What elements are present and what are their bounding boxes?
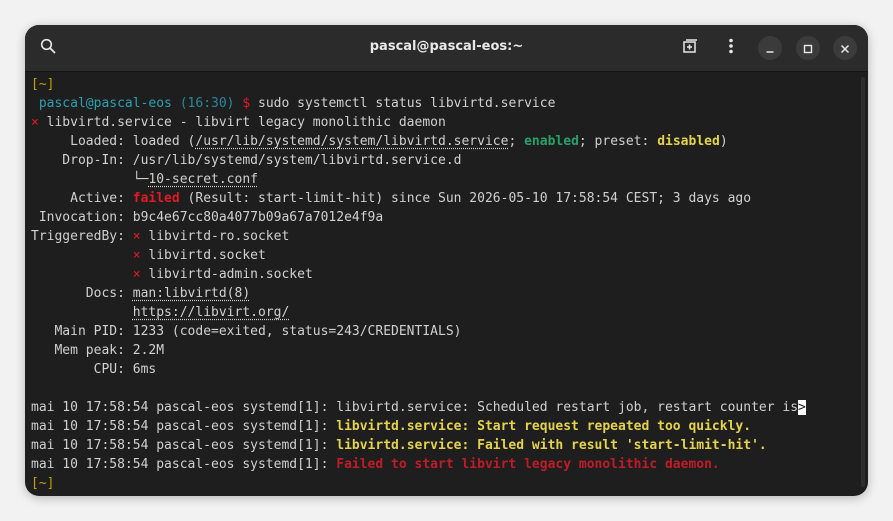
log-prefix: mai 10 17:58:54 pascal-eos systemd[1]: xyxy=(31,400,329,415)
enabled-status: enabled xyxy=(524,134,579,149)
maximize-button[interactable] xyxy=(796,36,820,60)
log-message: libvirtd.service: Failed with result 'st… xyxy=(336,438,767,453)
dropin-file-line: └─10-secret.conf xyxy=(31,170,258,189)
mempeak-value: 2.2M xyxy=(132,343,165,358)
loaded-line: Loaded: loaded (/usr/lib/systemd/system/… xyxy=(31,132,728,151)
service-header-line: × libvirtd.service - libvirt legacy mono… xyxy=(31,113,446,132)
failed-mark: × xyxy=(31,115,39,130)
active-line: Active: failed (Result: start-limit-hit)… xyxy=(31,189,751,208)
mempeak-label: Mem peak: xyxy=(31,343,125,358)
terminal-window: pascal@pascal-eos:~ [~] pascal@pascal-eo… xyxy=(25,25,868,496)
mainpid-label: Main PID: xyxy=(31,324,125,339)
docs-link[interactable]: https://libvirt.org/ xyxy=(133,305,290,320)
cpu-label: CPU: xyxy=(31,362,125,377)
minimize-icon xyxy=(765,39,775,58)
loaded-label: Loaded: xyxy=(31,134,125,149)
maximize-icon xyxy=(803,39,813,58)
search-button[interactable] xyxy=(33,33,63,63)
kebab-menu-icon xyxy=(723,38,739,58)
log-prefix: mai 10 17:58:54 pascal-eos systemd[1]: xyxy=(31,457,329,472)
log-line: mai 10 17:58:54 pascal-eos systemd[1]: l… xyxy=(31,398,806,417)
cpu-value: 6ms xyxy=(132,362,157,377)
prompt-dir-line: [~] xyxy=(31,75,54,94)
dropin-line: Drop-In: /usr/lib/systemd/system/libvirt… xyxy=(31,151,461,170)
trigger-item: libvirtd-ro.socket xyxy=(148,229,290,244)
loaded-post: ) xyxy=(719,134,728,149)
terminal-output[interactable]: [~] pascal@pascal-eos (16:30) $ sudo sys… xyxy=(31,75,851,495)
mainpid-line: Main PID: 1233 (code=exited, status=243/… xyxy=(31,322,461,341)
active-detail: (Result: start-limit-hit) since Sun 2026… xyxy=(187,191,752,206)
log-line: mai 10 17:58:54 pascal-eos systemd[1]: F… xyxy=(31,455,720,474)
log-message: Failed to start libvirt legacy monolithi… xyxy=(336,457,720,472)
active-state: failed xyxy=(132,191,180,206)
log-line: mai 10 17:58:54 pascal-eos systemd[1]: l… xyxy=(31,417,751,436)
triggered-line: × libvirtd-admin.socket xyxy=(31,265,313,284)
log-prefix: mai 10 17:58:54 pascal-eos systemd[1]: xyxy=(31,438,329,453)
main-menu-button[interactable] xyxy=(716,33,746,63)
prompt-dir: [~] xyxy=(31,77,55,92)
scrollbar[interactable] xyxy=(861,77,865,487)
trigger-item: libvirtd.socket xyxy=(148,248,266,263)
trigger-fail-mark: × xyxy=(132,229,141,244)
command-line: pascal@pascal-eos (16:30) $ sudo systemc… xyxy=(31,94,556,113)
dropin-label: Drop-In: xyxy=(31,153,125,168)
preset-status: disabled xyxy=(657,134,720,149)
new-tab-icon xyxy=(682,38,698,58)
invocation-value: b9c4e67cc80a4077b09a67a7012e4f9a xyxy=(132,210,384,225)
docs-label: Docs: xyxy=(31,286,125,301)
dropin-tree: └─ xyxy=(132,172,149,187)
log-message: libvirtd.service: Scheduled restart job,… xyxy=(336,400,799,415)
docs-line: Docs: man:libvirtd(8) xyxy=(31,284,250,303)
active-label: Active: xyxy=(31,191,125,206)
invocation-line: Invocation: b9c4e67cc80a4077b09a67a7012e… xyxy=(31,208,383,227)
minimize-button[interactable] xyxy=(758,36,782,60)
truncation-marker: > xyxy=(798,400,806,415)
preset-label: ; preset: xyxy=(578,134,650,149)
loaded-path-link[interactable]: /usr/lib/systemd/system/libvirtd.service xyxy=(195,134,508,149)
loaded-pre: loaded ( xyxy=(132,134,196,149)
search-icon xyxy=(40,38,56,58)
prompt-dir-line: [~] xyxy=(31,474,54,493)
new-tab-button[interactable] xyxy=(675,33,705,63)
prompt-time: (16:30) xyxy=(179,96,235,111)
mempeak-line: Mem peak: 2.2M xyxy=(31,341,164,360)
docs-link[interactable]: man:libvirtd(8) xyxy=(133,286,250,301)
log-message: libvirtd.service: Start request repeated… xyxy=(336,419,752,434)
prompt-symbol: $ xyxy=(242,96,251,111)
dropin-file-link[interactable]: 10-secret.conf xyxy=(148,172,258,187)
trigger-fail-mark: × xyxy=(132,248,141,263)
triggered-line: × libvirtd.socket xyxy=(31,246,266,265)
triggered-label: TriggeredBy: xyxy=(31,229,125,244)
log-line: mai 10 17:58:54 pascal-eos systemd[1]: l… xyxy=(31,436,767,455)
log-prefix: mai 10 17:58:54 pascal-eos systemd[1]: xyxy=(31,419,329,434)
title-bar[interactable]: pascal@pascal-eos:~ xyxy=(25,25,868,72)
dropin-path: /usr/lib/systemd/system/libvirtd.service… xyxy=(132,153,462,168)
triggered-line: TriggeredBy: × libvirtd-ro.socket xyxy=(31,227,289,246)
command-text: sudo systemctl status libvirtd.service xyxy=(258,96,556,111)
invocation-label: Invocation: xyxy=(31,210,125,225)
close-button[interactable] xyxy=(833,36,857,60)
loaded-sep: ; xyxy=(508,134,517,149)
prompt-user: pascal@pascal-eos xyxy=(38,96,172,111)
docs-line: https://libvirt.org/ xyxy=(31,303,290,322)
prompt-dir: [~] xyxy=(31,476,55,491)
trigger-fail-mark: × xyxy=(132,267,141,282)
mainpid-value: 1233 (code=exited, status=243/CREDENTIAL… xyxy=(132,324,462,339)
service-header: libvirtd.service - libvirt legacy monoli… xyxy=(46,115,446,130)
cpu-line: CPU: 6ms xyxy=(31,360,157,379)
trigger-item: libvirtd-admin.socket xyxy=(148,267,313,282)
close-icon xyxy=(840,39,850,58)
